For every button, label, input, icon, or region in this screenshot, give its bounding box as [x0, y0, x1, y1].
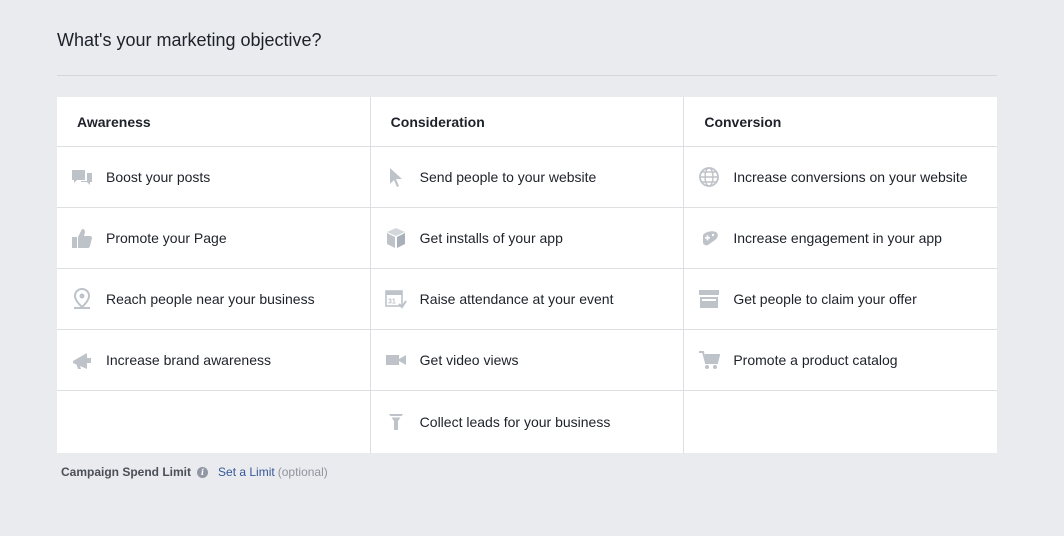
objective-brand-awareness[interactable]: Increase brand awareness	[57, 330, 370, 391]
column-header-conversion: Conversion	[684, 97, 998, 147]
consideration-column: Consideration Send people to your websit…	[369, 97, 684, 453]
campaign-spend-limit: Campaign Spend Limit i Set a Limit (opti…	[61, 465, 328, 479]
set-limit-link[interactable]: Set a Limit	[218, 465, 275, 479]
objective-label: Reach people near your business	[106, 291, 315, 307]
objective-event-responses[interactable]: 31 Raise attendance at your event	[370, 269, 684, 330]
box-icon	[384, 226, 408, 250]
objective-website-traffic[interactable]: Send people to your website	[370, 147, 684, 208]
objective-label: Get people to claim your offer	[733, 291, 917, 307]
objective-label: Increase brand awareness	[106, 352, 271, 368]
game-controller-icon	[697, 226, 721, 250]
optional-text: (optional)	[277, 465, 328, 479]
objective-label: Promote your Page	[106, 230, 227, 246]
objective-label: Raise attendance at your event	[419, 291, 614, 307]
objective-lead-generation[interactable]: Collect leads for your business	[371, 391, 684, 452]
column-header-consideration: Consideration	[370, 97, 684, 147]
objective-app-installs[interactable]: Get installs of your app	[370, 208, 684, 269]
shopping-cart-icon	[697, 348, 721, 372]
awareness-column: Awareness Boost your posts Promote your …	[57, 97, 370, 453]
objective-boost-posts[interactable]: Boost your posts	[57, 147, 370, 208]
objective-grid: Awareness Boost your posts Promote your …	[57, 97, 998, 453]
storefront-icon	[697, 287, 721, 311]
objective-label: Collect leads for your business	[419, 413, 611, 430]
speech-bubbles-icon	[70, 165, 94, 189]
objective-label: Boost your posts	[106, 169, 211, 185]
map-pin-icon	[70, 287, 94, 311]
conversion-column: Conversion Increase conversions on your …	[683, 97, 998, 453]
spend-limit-label: Campaign Spend Limit	[61, 465, 192, 479]
objective-website-conversions[interactable]: Increase conversions on your website	[684, 147, 998, 208]
funnel-icon	[384, 410, 408, 434]
calendar-day-text: 31	[388, 299, 396, 306]
globe-icon	[697, 165, 721, 189]
objective-label: Send people to your website	[419, 169, 597, 185]
objective-label: Get installs of your app	[419, 230, 563, 246]
objective-label: Increase engagement in your app	[733, 230, 942, 246]
calendar-icon: 31	[384, 287, 408, 311]
objective-promote-page[interactable]: Promote your Page	[57, 208, 370, 269]
thumbs-up-icon	[70, 226, 94, 250]
megaphone-icon	[70, 348, 94, 372]
objective-label: Increase conversions on your website	[733, 169, 968, 185]
info-icon[interactable]: i	[197, 466, 209, 478]
objective-video-views[interactable]: Get video views	[370, 330, 684, 391]
empty-cell	[684, 391, 997, 452]
title-divider	[57, 75, 997, 76]
page-title: What's your marketing objective?	[57, 30, 322, 50]
cursor-icon	[384, 165, 408, 189]
objective-product-catalog[interactable]: Promote a product catalog	[684, 330, 998, 391]
objective-reach-nearby[interactable]: Reach people near your business	[57, 269, 370, 330]
video-camera-icon	[384, 348, 408, 372]
objective-label: Get video views	[419, 352, 519, 368]
objective-offer-claims[interactable]: Get people to claim your offer	[684, 269, 998, 330]
empty-cell	[57, 391, 370, 452]
objective-label: Promote a product catalog	[733, 352, 898, 368]
objective-app-engagement[interactable]: Increase engagement in your app	[684, 208, 998, 269]
column-header-awareness: Awareness	[57, 97, 370, 147]
